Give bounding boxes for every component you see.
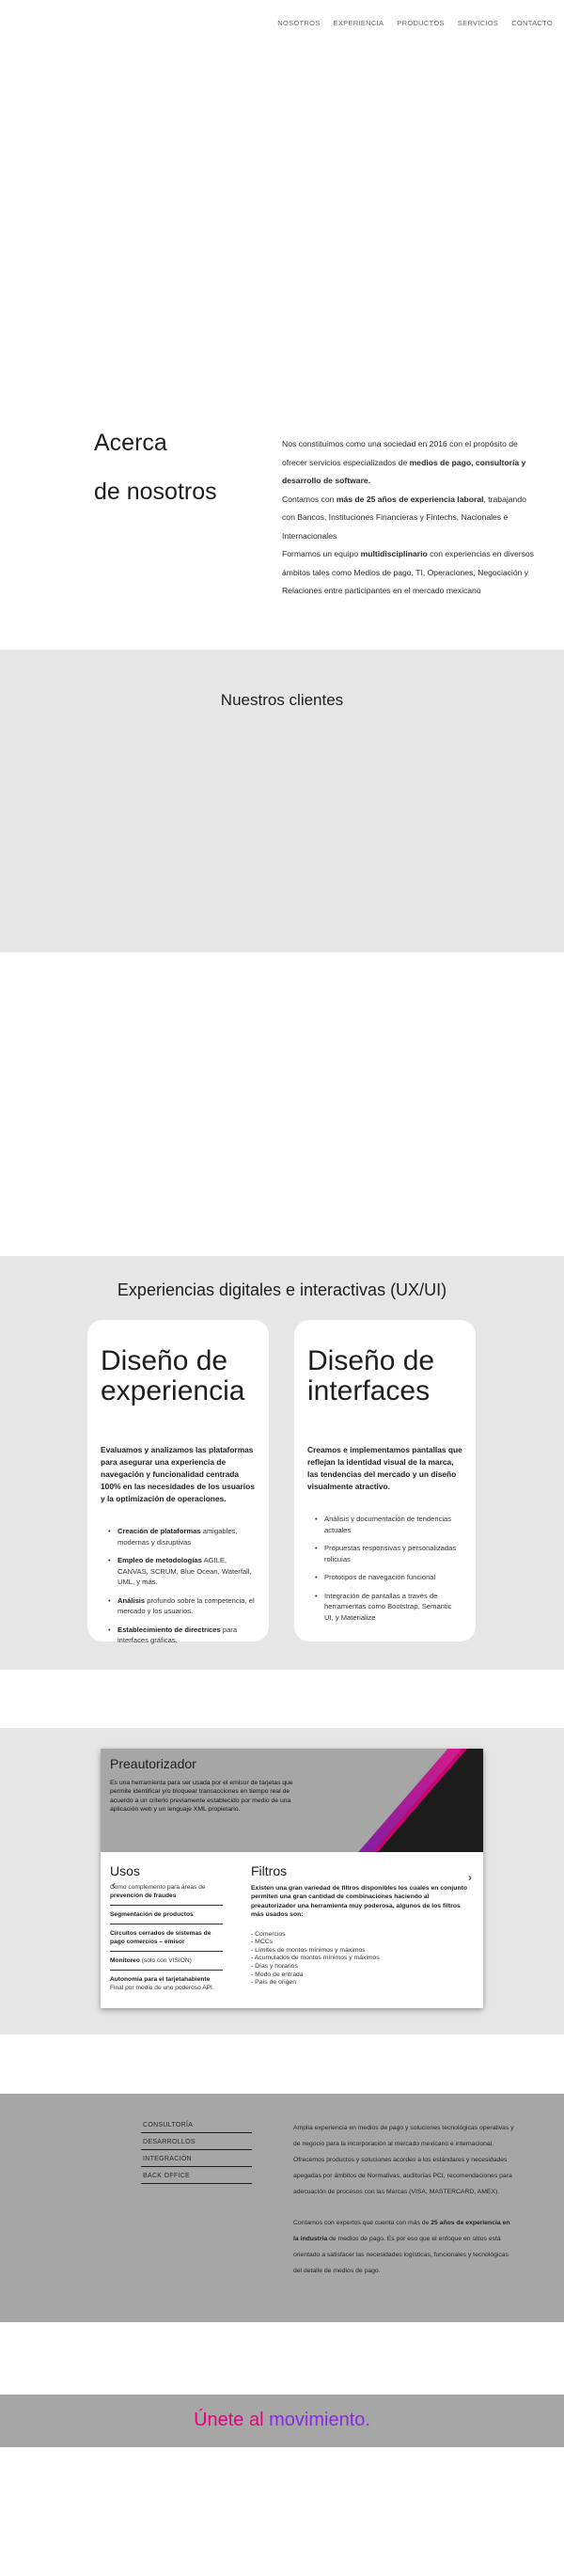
join-text-part1: Únete al [194, 2410, 270, 2430]
card-experience-design: Diseño de experiencia Evaluamos y analiz… [87, 1320, 269, 1644]
about-paragraph-2: Contamos con más de 25 años de experienc… [282, 491, 534, 546]
filtro-item: - Comercios [251, 1930, 286, 1938]
product-banner: Preautorizador Es una herramienta para s… [101, 1749, 483, 1852]
card-interface-lead: Creamos e implementamos pantallas que re… [307, 1445, 462, 1491]
nav-servicios[interactable]: SERVICIOS [458, 19, 498, 27]
card-interface-design: Diseño de interfaces Creamos e implement… [294, 1320, 476, 1641]
nav-nosotros[interactable]: NOSOTROS [277, 19, 320, 27]
join-text-part2: movimiento. [269, 2410, 370, 2430]
about-p3-text: Formamos un equipo [282, 549, 361, 558]
footer-paragraph-1: Amplia experiencia en medios de pago y s… [293, 2125, 514, 2195]
card-experience-list: Creación de plataformas amigables, moder… [101, 1526, 256, 1646]
product-title: Preautorizador [110, 1756, 196, 1771]
join-headline: Únete al movimiento. [0, 2410, 564, 2431]
clients-title: Nuestros clientes [220, 691, 344, 709]
list-item: Empleo de metodologías AGILE, CANVAS, SC… [108, 1555, 256, 1588]
uso-bold: Autonomía para el tarjetahabiente [110, 1976, 211, 1983]
list-item: Prototipos de navegación funcional [315, 1572, 462, 1583]
uso-bold: Circuitos cerrados de sistemas de pago c… [110, 1930, 212, 1945]
card-interface-title-l2: interfaces [307, 1375, 431, 1406]
nav-productos[interactable]: PRODUCTOS [397, 19, 444, 27]
about-title-line2: de nosotros [94, 479, 217, 505]
carousel-prev-icon[interactable]: ‹ [112, 1878, 116, 1892]
footer-menu-integracion[interactable]: INTEGRACIÓN [141, 2150, 252, 2167]
product-description: Es una herramienta para ser usada por el… [110, 1780, 293, 1814]
about-paragraph-1: Nos constituimos como una sociedad en 20… [282, 435, 534, 491]
ux-section: Experiencias digitales e interactivas (U… [0, 1256, 564, 1670]
filtros-lead: Existen una gran variedad de filtros dis… [251, 1885, 468, 1919]
list-item: Análisis y documentación de tendencias a… [315, 1514, 462, 1535]
nav-contacto[interactable]: CONTACTO [511, 19, 553, 27]
footer-menu-back-office[interactable]: BACK OFFICE [141, 2167, 252, 2184]
uso-text: Final por medio de uno poderoso API. [110, 1985, 214, 1991]
uso-item: Como complemento para áreas de prevenció… [110, 1878, 223, 1906]
uso-item: Monitoreo (solo con VISION) [110, 1952, 223, 1971]
filtro-item: - Acumulados de montos mínimos y máximos [251, 1955, 380, 1962]
clients-section: Nuestros clientes [0, 650, 564, 952]
about-title-line1: Acerca [94, 430, 167, 456]
uso-bold: prevención de fraudes [110, 1893, 177, 1899]
footer-paragraph-2: Contamos con expertos que cuenta con más… [293, 2215, 514, 2279]
top-nav: NOSOTROS EXPERIENCIA PRODUCTOS SERVICIOS… [277, 19, 553, 27]
uso-item: Circuitos cerrados de sistemas de pago c… [110, 1924, 223, 1952]
carousel-next-icon[interactable]: › [468, 1871, 472, 1884]
card-experience-title-l1: Diseño de [101, 1345, 228, 1376]
card-experience-lead: Evaluamos y analizamos las plataformas p… [101, 1445, 255, 1503]
uso-item: Autonomía para el tarjetahabiente Final … [110, 1971, 223, 1997]
filtros-title: Filtros [251, 1863, 288, 1878]
uso-item: Segmentación de productos [110, 1906, 223, 1924]
card-interface-title-l1: Diseño de [307, 1345, 435, 1376]
about-title: Acerca de nosotros [94, 418, 217, 516]
card-interface-title: Diseño de interfaces [307, 1346, 462, 1406]
filtro-item: - País de origen [251, 1979, 296, 1987]
filtro-item: - Límites de montos mínimos y máximos [251, 1946, 366, 1954]
footer-p2-text: Contamos con expertos que cuenta con más… [293, 2220, 431, 2226]
filtros-column: Filtros Existen una gran variedad de fil… [251, 1863, 467, 1987]
usos-column: Usos Como complemento para áreas de prev… [110, 1863, 223, 1997]
filtro-item: - Modo de entrada [251, 1971, 304, 1978]
footer-text: Amplia experiencia en medios de pago y s… [293, 2120, 514, 2279]
uso-text: (solo con VISION) [139, 1957, 192, 1964]
list-item: Análisis profundo sobre la competencia, … [108, 1595, 256, 1617]
filtros-list: - Comercios - MCCs - Límites de montos m… [251, 1931, 467, 1987]
about-p2-bold: más de 25 años de experiencia laboral [336, 494, 484, 504]
footer-menu: CONSULTORÍA DESARROLLOS INTEGRACIÓN BACK… [141, 2116, 252, 2184]
filtro-item: - MCCs [251, 1939, 274, 1946]
uso-bold: Segmentación de productos [110, 1911, 194, 1918]
uso-bold: Monitoreo [110, 1957, 140, 1964]
list-item: Integración de pantallas a través de her… [315, 1591, 462, 1624]
about-paragraph-3: Formamos un equipo multidisciplinario co… [282, 545, 534, 601]
product-card: Preautorizador Es una herramienta para s… [101, 1749, 483, 2008]
list-item: Establecimiento de directrices para inte… [108, 1625, 256, 1646]
list-item-bold: Empleo de metodologías [118, 1556, 202, 1564]
usos-title: Usos [110, 1863, 140, 1878]
footer-menu-desarrollos[interactable]: DESARROLLOS [141, 2133, 252, 2150]
card-experience-title-l2: experiencia [101, 1375, 245, 1406]
list-item: Propuestas responsivas y personalizadas … [315, 1543, 462, 1564]
footer-menu-consultoria[interactable]: CONSULTORÍA [141, 2116, 252, 2133]
list-item: Creación de plataformas amigables, moder… [108, 1526, 256, 1547]
about-text: Nos constituimos como una sociedad en 20… [282, 435, 534, 601]
list-item-bold: Análisis [118, 1595, 146, 1605]
card-interface-list: Análisis y documentación de tendencias a… [307, 1514, 462, 1623]
footer: CONSULTORÍA DESARROLLOS INTEGRACIÓN BACK… [0, 2094, 564, 2322]
list-item-bold: Establecimiento de directrices [118, 1625, 221, 1634]
uso-text: Como complemento para áreas de [110, 1884, 206, 1891]
list-item-bold: Creación de plataformas [118, 1527, 201, 1535]
join-banner: Únete al movimiento. [0, 2395, 564, 2447]
about-p3-bold: multidisciplinario [360, 549, 428, 558]
filtro-item: - Días y horarios [251, 1963, 298, 1970]
about-p2-text: Contamos con [282, 494, 337, 504]
card-experience-title: Diseño de experiencia [101, 1346, 256, 1406]
nav-experiencia[interactable]: EXPERIENCIA [334, 19, 384, 27]
ux-title: Experiencias digitales e interactivas (U… [117, 1280, 447, 1299]
